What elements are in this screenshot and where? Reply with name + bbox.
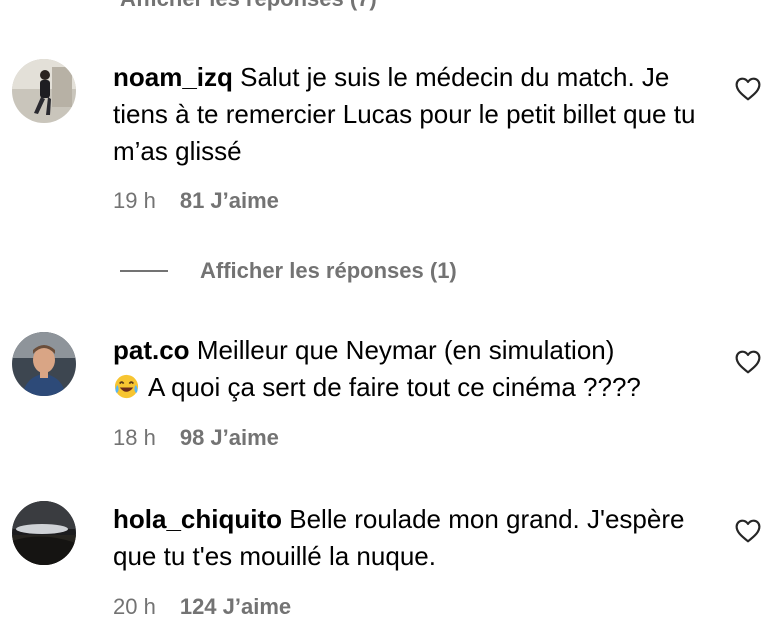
comment-body-line2: A quoi ça sert de faire tout ce cinéma ?… xyxy=(148,372,641,402)
comment-text: hola_chiquito Belle roulade mon grand. J… xyxy=(113,501,703,575)
avatar[interactable] xyxy=(12,501,76,565)
show-replies-link[interactable]: Afficher les réponses (1) xyxy=(120,258,457,284)
replies-label: Afficher les réponses (7) xyxy=(120,0,377,12)
timestamp: 19 h xyxy=(113,188,156,213)
like-count[interactable]: 124 J’aime xyxy=(180,594,291,620)
comment-text: noam_izq Salut je suis le médecin du mat… xyxy=(113,59,703,170)
comment-meta: 18 h 98 J’aime xyxy=(113,425,279,451)
like-count[interactable]: 98 J’aime xyxy=(180,425,279,451)
comment-text: pat.co Meilleur que Neymar (en simulatio… xyxy=(113,332,703,406)
like-heart-icon[interactable] xyxy=(735,77,761,101)
timestamp: 20 h xyxy=(113,594,156,619)
username[interactable]: pat.co xyxy=(113,335,190,365)
replies-divider xyxy=(120,270,168,272)
show-replies-link[interactable]: Afficher les réponses (7) xyxy=(120,0,377,12)
like-heart-icon[interactable] xyxy=(735,350,761,374)
tears-of-joy-emoji xyxy=(113,373,140,400)
comment-body-line1: Meilleur que Neymar (en simulation) xyxy=(196,335,615,365)
avatar[interactable] xyxy=(12,59,76,123)
like-count[interactable]: 81 J’aime xyxy=(180,188,279,214)
timestamp: 18 h xyxy=(113,425,156,450)
avatar[interactable] xyxy=(12,332,76,396)
comment-meta: 20 h 124 J’aime xyxy=(113,594,291,620)
comment-meta: 19 h 81 J’aime xyxy=(113,188,279,214)
replies-label: Afficher les réponses (1) xyxy=(200,258,457,283)
username[interactable]: hola_chiquito xyxy=(113,504,282,534)
username[interactable]: noam_izq xyxy=(113,62,233,92)
like-heart-icon[interactable] xyxy=(735,519,761,543)
